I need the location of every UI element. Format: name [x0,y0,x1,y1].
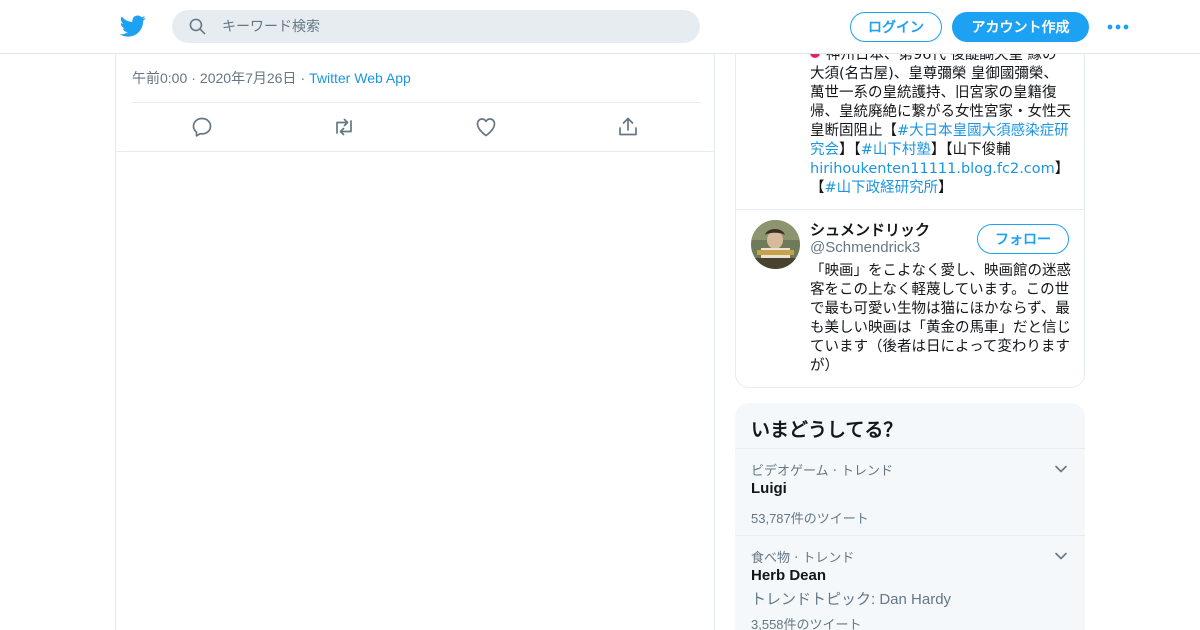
separator-dot: · [300,70,306,86]
like-heart-icon[interactable] [474,115,498,139]
main-column: 午前0:00 · 2020年7月26日 · Twitter Web App [115,54,715,630]
bio-text: 】 [938,180,953,196]
follow-button[interactable]: フォロー [977,224,1069,254]
trend-name: Herb Dean [751,567,827,584]
trends-panel: いまどうしてる？ ビデオゲーム · トレンド Luigi 53,787件のツイー… [735,403,1085,630]
bio-text: 】【山下俊輔 [930,142,1011,158]
trend-context: ビデオゲーム · トレンド [751,464,894,479]
trend-item[interactable]: 食べ物 · トレンド Herb Dean トレンドトピック: Dan Hardy… [735,536,1085,630]
more-options-icon[interactable] [1106,17,1130,37]
share-icon[interactable] [616,115,640,139]
chevron-down-icon[interactable] [1053,548,1069,564]
trend-tweet-count: 53,787件のツイート [751,511,869,526]
signup-button[interactable]: アカウント作成 [952,12,1089,42]
trend-item[interactable]: ビデオゲーム · トレンド Luigi 53,787件のツイート [735,449,1085,535]
chevron-down-icon[interactable] [1053,461,1069,477]
who-to-follow-card: 神州日本、第96代 後醍醐天皇 縁の 大須(名古屋)、皇尊彌榮 皇御國彌榮、萬世… [735,38,1085,388]
user-bio: 神州日本、第96代 後醍醐天皇 縁の 大須(名古屋)、皇尊彌榮 皇御國彌榮、萬世… [810,46,1072,198]
reply-icon[interactable] [190,115,214,139]
user-bio: 「映画」をこよなく愛し、映画館の迷惑客をこの上なく軽蔑しています。この世で最も可… [810,263,1071,374]
retweet-icon[interactable] [332,115,356,139]
trend-name: Luigi [751,480,787,497]
trends-heading: いまどうしてる？ [751,419,903,441]
separator-dot: · [191,70,196,86]
hashtag-link[interactable]: #山下村塾 [861,142,931,158]
tweet-metadata: 午前0:00 · 2020年7月26日 · Twitter Web App [132,68,411,88]
tweet-time[interactable]: 午前0:00 [132,70,187,86]
tweet-source-link[interactable]: Twitter Web App [309,70,411,86]
trend-tweet-count: 3,558件のツイート [751,617,862,630]
user-handle[interactable]: @Schmendrick3 [810,239,920,256]
trend-context: 食べ物 · トレンド [751,551,855,566]
bio-text: 】【 [839,142,861,158]
tweet-date[interactable]: 2020年7月26日 [200,70,297,86]
user-display-name[interactable]: シュメンドリック [810,219,930,240]
hashtag-link[interactable]: #山下政経研究所 [825,180,939,196]
search-box[interactable] [172,10,700,43]
search-input[interactable] [222,10,682,43]
top-navigation-bar: ログイン アカウント作成 [0,0,1200,54]
tweet-actions [116,103,714,152]
url-link[interactable]: hirihoukenten11111.blog.fc2.com [810,161,1055,177]
login-button[interactable]: ログイン [850,12,942,42]
search-icon [189,18,206,35]
trend-topic: トレンドトピック: Dan Hardy [751,591,952,608]
twitter-bird-logo-icon[interactable] [120,13,146,39]
avatar[interactable] [751,220,800,269]
divider [736,209,1084,210]
